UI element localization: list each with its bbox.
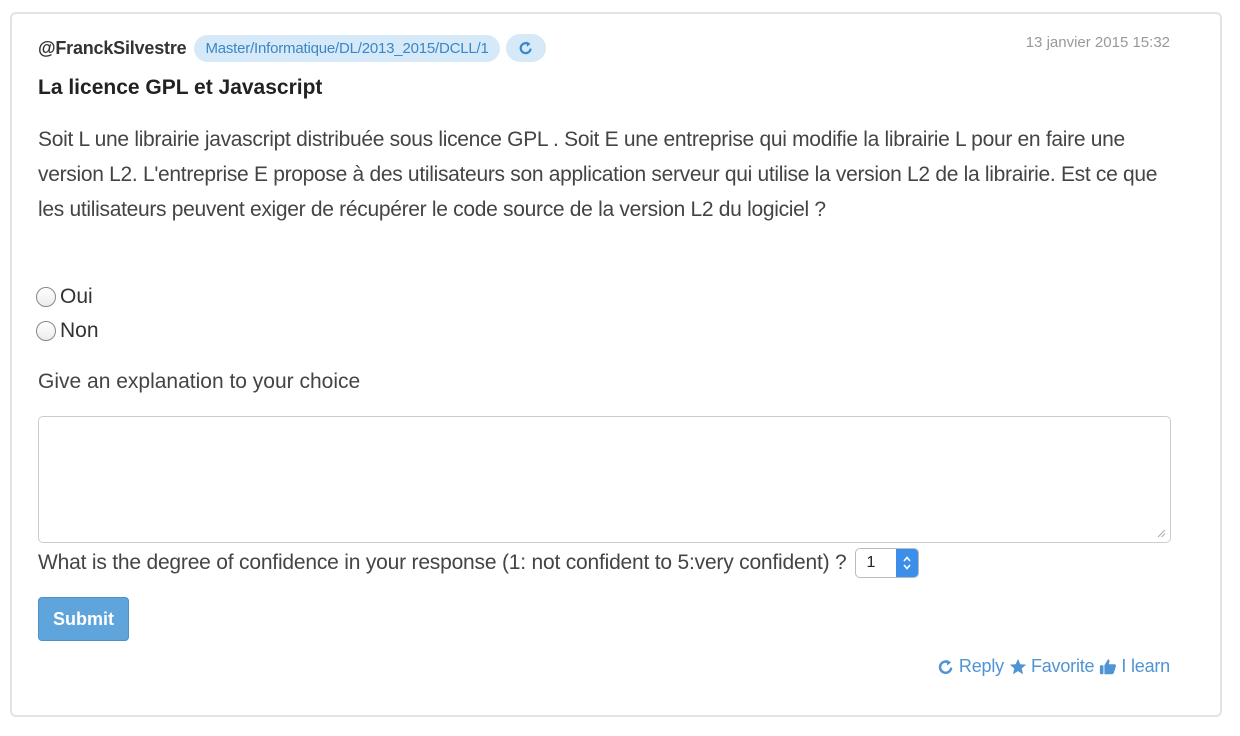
favorite-link[interactable]: Favorite (1009, 656, 1095, 677)
explanation-label: Give an explanation to your choice (38, 370, 361, 393)
option-oui[interactable]: Oui (36, 285, 93, 309)
share-icon (519, 41, 532, 55)
radio-button-non[interactable] (36, 321, 56, 341)
radio-button-oui[interactable] (36, 287, 56, 307)
reply-icon (938, 659, 953, 674)
confidence-label: What is the degree of confidence in your… (38, 551, 847, 574)
submit-button[interactable]: Submit (38, 597, 129, 641)
option-non[interactable]: Non (36, 319, 99, 343)
confidence-row: What is the degree of confidence in your… (38, 548, 919, 578)
option-label: Non (60, 319, 99, 342)
confidence-select[interactable]: 1 (854, 548, 919, 578)
reply-label: Reply (958, 656, 1004, 676)
post-actions: Reply Favorite I learn (932, 656, 1170, 677)
post-card: @FranckSilvestre Master/Informatique/DL/… (10, 12, 1222, 717)
resize-grip-icon[interactable] (1156, 528, 1166, 538)
post-date: 13 janvier 2015 15:32 (1025, 34, 1170, 51)
scope-tag[interactable]: Master/Informatique/DL/2013_2015/DCLL/1 (194, 34, 500, 62)
question-text: Soit L une librairie javascript distribu… (38, 128, 1158, 221)
explanation-textarea[interactable] (38, 416, 1171, 543)
favorite-label: Favorite (1030, 656, 1095, 676)
learn-label: I learn (1121, 656, 1170, 676)
author-name[interactable]: @FranckSilvestre (38, 38, 187, 59)
star-icon (1009, 658, 1027, 674)
confidence-selected-value: 1 (866, 554, 876, 571)
select-arrows-icon[interactable] (895, 549, 918, 577)
share-button[interactable] (505, 34, 546, 62)
reply-link[interactable]: Reply (937, 656, 1004, 677)
post-title: La licence GPL et Javascript (38, 76, 323, 99)
learn-link[interactable]: I learn (1099, 656, 1170, 677)
option-label: Oui (60, 285, 93, 308)
post-header: @FranckSilvestre Master/Informatique/DL/… (38, 34, 546, 62)
thumbs-up-icon (1100, 658, 1117, 674)
